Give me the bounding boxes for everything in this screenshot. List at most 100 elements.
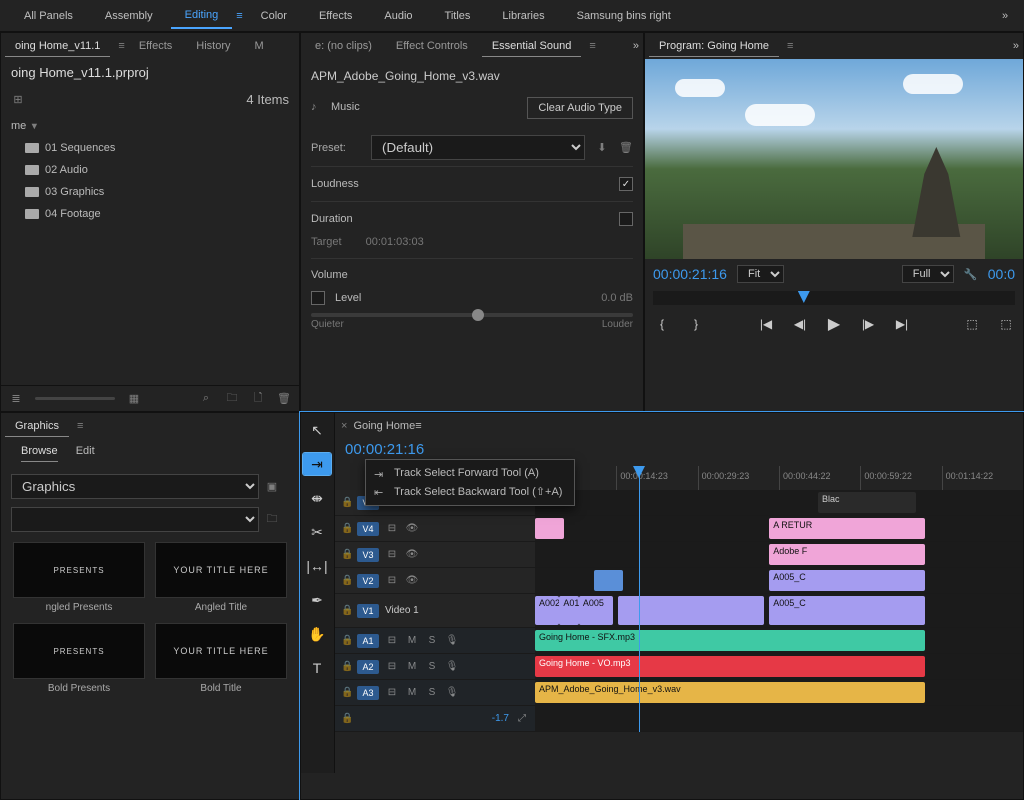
new-item-icon[interactable]: 🗋 xyxy=(251,392,265,406)
clip[interactable] xyxy=(535,518,564,539)
save-preset-icon[interactable]: ⬇ xyxy=(595,141,609,155)
clip[interactable]: A RETUR xyxy=(769,518,925,539)
project-tab[interactable]: oing Home_v11.1 xyxy=(5,36,110,57)
loudness-checkbox[interactable] xyxy=(619,177,633,191)
step-forward-icon[interactable]: |▶ xyxy=(859,315,877,333)
clip[interactable]: A005_C xyxy=(769,596,925,625)
track-target[interactable]: V4 xyxy=(357,522,379,536)
track-target[interactable]: V1 xyxy=(357,604,379,618)
clip[interactable]: Adobe F xyxy=(769,544,925,565)
graphics-template[interactable]: YOUR TITLE HEREBold Title xyxy=(155,623,287,694)
play-icon[interactable]: ▶ xyxy=(825,315,843,333)
step-back-icon[interactable]: ◀| xyxy=(791,315,809,333)
zoom-slider[interactable] xyxy=(35,397,115,400)
selection-tool-icon[interactable]: ↖ xyxy=(303,419,331,441)
loudness-section[interactable]: Loudness xyxy=(311,178,359,190)
delete-preset-icon[interactable]: 🗑 xyxy=(619,141,633,155)
extract-icon[interactable]: ⬚ xyxy=(997,315,1015,333)
track-lane[interactable]: A005_C xyxy=(535,568,1023,593)
essential-sound-tab[interactable]: Essential Sound xyxy=(482,36,582,57)
hand-tool-icon[interactable]: ✋ xyxy=(303,623,331,645)
duration-checkbox[interactable] xyxy=(619,212,633,226)
track-lane[interactable]: Adobe F xyxy=(535,542,1023,567)
go-to-out-icon[interactable]: ▶| xyxy=(893,315,911,333)
sync-lock-icon[interactable]: ⊟ xyxy=(385,635,399,646)
panel-menu-icon[interactable]: ≡ xyxy=(118,40,124,52)
source-tab[interactable]: e: (no clips) xyxy=(305,36,382,56)
timeline-playhead[interactable] xyxy=(639,466,640,732)
timeline-ruler[interactable]: 00:00 00:00:14:23 00:00:29:23 00:00:44:2… xyxy=(535,466,1023,490)
ripple-edit-tool-icon[interactable]: ⇼ xyxy=(303,487,331,509)
track-target[interactable]: V3 xyxy=(357,548,379,562)
expand-icon[interactable]: ⤢ xyxy=(515,713,529,724)
workspace-overflow-icon[interactable]: » xyxy=(1002,10,1014,22)
mic-icon[interactable]: 🎙 xyxy=(445,661,459,672)
clear-audio-type-button[interactable]: Clear Audio Type xyxy=(527,97,633,119)
new-folder-icon[interactable]: 🗀 xyxy=(265,513,279,527)
track-lane[interactable]: Blac xyxy=(535,490,1023,515)
workspace-tab-active[interactable]: Editing xyxy=(171,3,233,29)
volume-slider[interactable] xyxy=(311,313,633,317)
graphics-filter-select[interactable] xyxy=(11,507,259,532)
lift-icon[interactable]: ⬚ xyxy=(963,315,981,333)
effect-controls-tab[interactable]: Effect Controls xyxy=(386,36,478,56)
track-target[interactable]: V2 xyxy=(357,574,379,588)
graphics-template[interactable]: YOUR TITLE HEREAngled Title xyxy=(155,542,287,613)
library-icon[interactable]: ▣ xyxy=(265,480,279,494)
clip[interactable]: A005 xyxy=(579,596,613,625)
type-tool-icon[interactable]: T xyxy=(303,657,331,679)
workspace-menu-icon[interactable]: ≡ xyxy=(236,10,242,22)
track-select-tool-icon[interactable]: ⇥ xyxy=(303,453,331,475)
clip[interactable]: Blac xyxy=(818,492,916,513)
track-target[interactable]: A3 xyxy=(357,686,379,700)
lock-icon[interactable]: 🔒 xyxy=(341,605,351,616)
track-select-backward-item[interactable]: Track Select Backward Tool (⇧+A) xyxy=(366,482,574,501)
eye-icon[interactable]: 👁 xyxy=(405,549,419,560)
zoom-select[interactable]: Fit xyxy=(737,265,784,283)
duration-section[interactable]: Duration xyxy=(311,213,353,225)
pen-tool-icon[interactable]: ✒ xyxy=(303,589,331,611)
slip-tool-icon[interactable]: |↔| xyxy=(303,555,331,577)
list-view-icon[interactable]: ≣ xyxy=(9,392,23,406)
workspace-tab[interactable]: Libraries xyxy=(488,4,558,28)
track-select-forward-item[interactable]: Track Select Forward Tool (A) xyxy=(366,464,574,482)
lock-icon[interactable]: 🔒 xyxy=(341,661,351,672)
search-icon[interactable]: ⌕ xyxy=(199,392,213,406)
graphics-folder-select[interactable]: Graphics xyxy=(11,474,259,499)
sequence-tab[interactable]: Going Home xyxy=(353,420,415,432)
new-bin-icon[interactable]: 🗀 xyxy=(225,392,239,406)
lock-icon[interactable]: 🔒 xyxy=(341,635,351,646)
track-lane[interactable]: A RETUR xyxy=(535,516,1023,541)
mic-icon[interactable]: 🎙 xyxy=(445,687,459,698)
clip[interactable]: APM_Adobe_Going_Home_v3.wav xyxy=(535,682,925,703)
workspace-tab[interactable]: Samsung bins right xyxy=(563,4,685,28)
workspace-tab[interactable]: All Panels xyxy=(10,4,87,28)
sync-lock-icon[interactable]: ⊟ xyxy=(385,549,399,560)
track-lane[interactable]: A002 A01 A005 A005_C xyxy=(535,594,1023,627)
panel-overflow-icon[interactable]: » xyxy=(633,40,639,52)
bin-folder[interactable]: 04 Footage xyxy=(11,203,289,225)
mark-in-icon[interactable]: { xyxy=(653,315,671,333)
edit-subtab[interactable]: Edit xyxy=(76,445,95,462)
panel-menu-icon[interactable]: ≡ xyxy=(77,420,83,432)
eye-icon[interactable]: 👁 xyxy=(405,523,419,534)
clip[interactable] xyxy=(594,570,623,591)
effects-tab[interactable]: Effects xyxy=(129,36,182,56)
clip[interactable]: A01 xyxy=(559,596,579,625)
lock-icon[interactable]: 🔒 xyxy=(341,713,351,724)
bin-folder[interactable]: 02 Audio xyxy=(11,159,289,181)
track-target[interactable]: A2 xyxy=(357,660,379,674)
eye-icon[interactable]: 👁 xyxy=(405,575,419,586)
lock-icon[interactable]: 🔒 xyxy=(341,687,351,698)
history-tab[interactable]: History xyxy=(186,36,240,56)
lock-icon[interactable]: 🔒 xyxy=(341,575,351,586)
sync-lock-icon[interactable]: ⊟ xyxy=(385,575,399,586)
workspace-tab[interactable]: Assembly xyxy=(91,4,167,28)
bin-folder[interactable]: 03 Graphics xyxy=(11,181,289,203)
freeform-view-icon[interactable]: ▦ xyxy=(127,392,141,406)
program-monitor-viewport[interactable] xyxy=(645,59,1023,259)
clip[interactable]: Going Home - VO.mp3 xyxy=(535,656,925,677)
workspace-tab[interactable]: Audio xyxy=(370,4,426,28)
track-lane[interactable]: Going Home - VO.mp3 xyxy=(535,654,1023,679)
lock-icon[interactable]: 🔒 xyxy=(341,523,351,534)
